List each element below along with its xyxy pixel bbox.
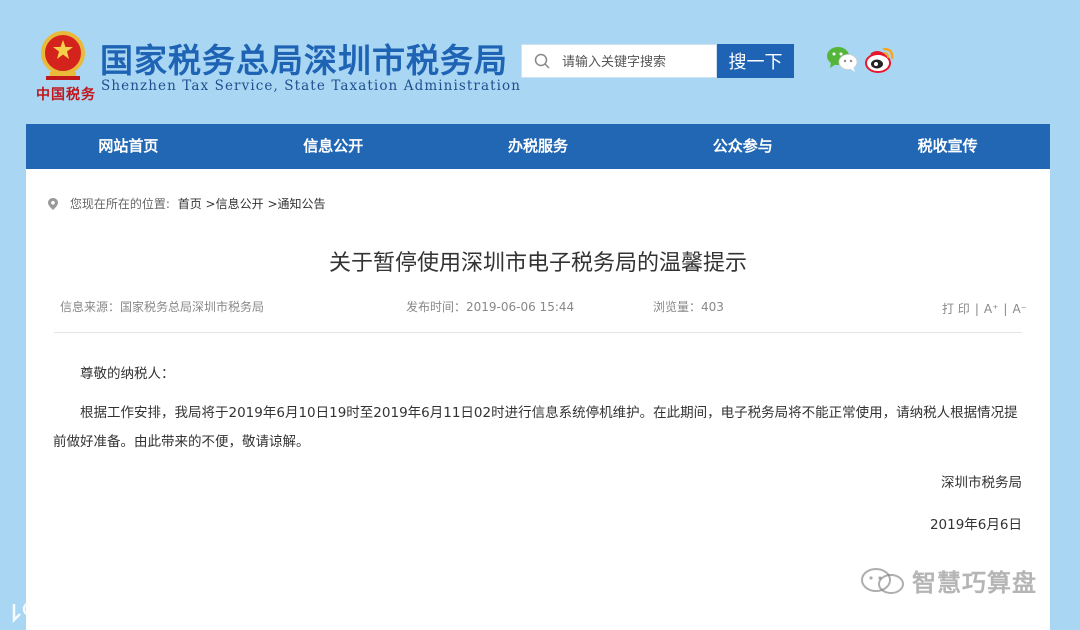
article-view-count: 浏览量：403 xyxy=(653,300,724,314)
nav-item-info-disclosure[interactable]: 信息公开 xyxy=(231,124,436,169)
site-title[interactable]: 国家税务总局深圳市税务局 xyxy=(100,34,508,82)
article-source: 信息来源：国家税务总局深圳市税务局 xyxy=(60,300,265,314)
weibo-icon[interactable] xyxy=(864,44,896,74)
article-signature: 深圳市税务局 xyxy=(941,475,1022,491)
wechat-watermark-icon xyxy=(861,568,904,594)
meta-divider xyxy=(54,332,1022,333)
article-publish-time: 发布时间：2019-06-06 15:44 xyxy=(406,300,575,314)
watermark-left-text: 大数跨境 xyxy=(56,600,136,624)
article-tools: 打 印 | A⁺ | A⁻ xyxy=(942,300,1027,317)
watermark-right: 智慧巧算盘 xyxy=(860,563,1037,598)
search-icon xyxy=(534,53,550,69)
tool-separator: | xyxy=(1003,302,1008,316)
nav-item-home[interactable]: 网站首页 xyxy=(26,124,231,169)
site-header: 中国税务 国家税务总局深圳市税务局 Shenzhen Tax Service, … xyxy=(0,0,1080,124)
nav-item-tax-services[interactable]: 办税服务 xyxy=(436,124,641,169)
watermark-left: 大数跨境 xyxy=(10,596,136,625)
location-pin-icon xyxy=(48,198,58,210)
font-increase-button[interactable]: A⁺ xyxy=(984,302,999,316)
main-nav: 网站首页 信息公开 办税服务 公众参与 税收宣传 xyxy=(26,124,1050,169)
search-input[interactable] xyxy=(560,51,714,73)
nav-item-public-participation[interactable]: 公众参与 xyxy=(640,124,845,169)
watermark-right-text: 智慧巧算盘 xyxy=(912,569,1037,597)
nav-item-tax-publicity[interactable]: 税收宣传 xyxy=(845,124,1050,169)
article-body: 根据工作安排，我局将于2019年6月10日19时至2019年6月11日02时进行… xyxy=(53,405,1018,450)
breadcrumb-notices[interactable]: >通知公告 xyxy=(267,197,325,211)
breadcrumb: 您现在所在的位置: 首页 >信息公开 >通知公告 xyxy=(48,195,326,212)
seal-text: 中国税务 xyxy=(36,87,96,103)
tool-separator: | xyxy=(974,302,979,316)
breadcrumb-prefix: 您现在所在的位置: xyxy=(69,197,170,211)
search-button[interactable]: 搜一下 xyxy=(717,44,794,78)
article-greeting: 尊敬的纳税人： xyxy=(80,366,175,382)
search-box xyxy=(521,44,717,78)
emblem-icon xyxy=(41,31,85,80)
font-decrease-button[interactable]: A⁻ xyxy=(1012,302,1027,316)
wechat-icon[interactable] xyxy=(826,45,858,73)
article-date: 2019年6月6日 xyxy=(929,517,1022,533)
bubble-watermark-icon xyxy=(12,601,51,624)
breadcrumb-home[interactable]: 首页 xyxy=(178,197,202,211)
site-subtitle: Shenzhen Tax Service, State Taxation Adm… xyxy=(101,78,522,94)
print-button[interactable]: 打 印 xyxy=(942,302,970,316)
article-card: 您现在所在的位置: 首页 >信息公开 >通知公告 关于暂停使用深圳市电子税务局的… xyxy=(26,169,1050,630)
breadcrumb-info-disclosure[interactable]: >信息公开 xyxy=(206,197,264,211)
article-title: 关于暂停使用深圳市电子税务局的温馨提示 xyxy=(328,251,747,276)
